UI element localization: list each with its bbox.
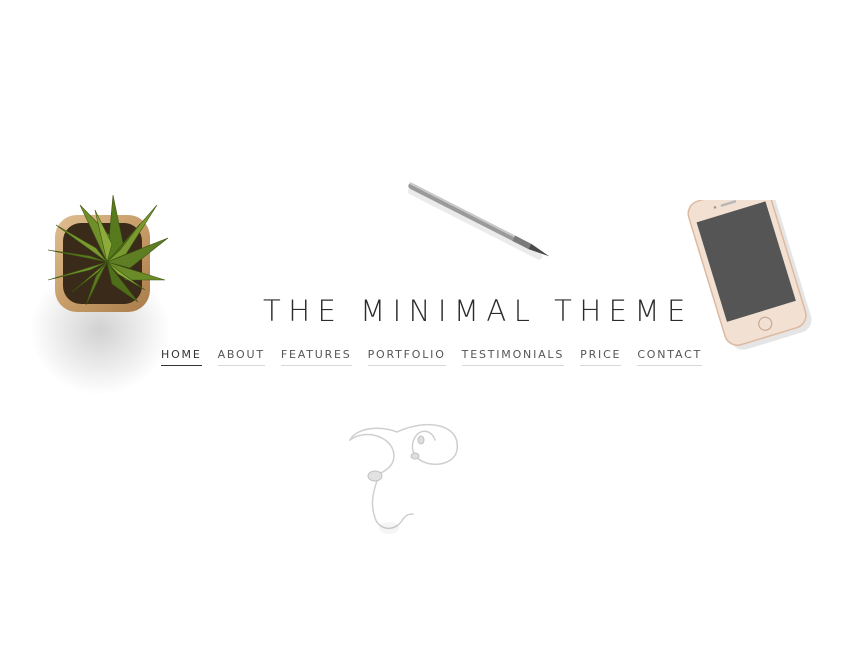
nav-testimonials[interactable]: TESTIMONIALS <box>461 348 565 366</box>
nav-price[interactable]: PRICE <box>580 348 622 366</box>
page: THE MINIMAL THEME HOME ABOUT FEATURES PO… <box>0 0 850 660</box>
potted-plant-image <box>30 194 170 395</box>
pen-image <box>407 182 550 260</box>
nav-contact[interactable]: CONTACT <box>637 348 703 366</box>
nav-home[interactable]: HOME <box>161 348 202 366</box>
nav-about[interactable]: ABOUT <box>217 348 265 366</box>
nav-features[interactable]: FEATURES <box>280 348 352 366</box>
earphones-image <box>349 424 458 534</box>
site-title: THE MINIMAL THEME <box>263 294 693 328</box>
main-nav: HOME ABOUT FEATURES PORTFOLIO TESTIMONIA… <box>161 348 703 366</box>
nav-portfolio[interactable]: PORTFOLIO <box>367 348 446 366</box>
